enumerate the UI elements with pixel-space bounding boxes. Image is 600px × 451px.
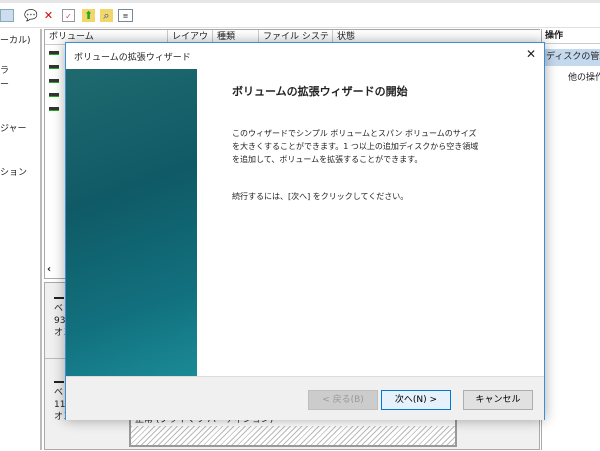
console-tree: ーカル) ラ ー ジャー ション [0,29,42,450]
volume-icon [49,107,59,111]
tree-item[interactable]: ジャー [0,121,27,134]
tree-item[interactable]: ー [0,77,9,90]
import-icon[interactable]: ⬆ [82,9,95,22]
wizard-description: このウィザードでシンプル ボリュームとスパン ボリュームのサイズを大きくすること… [232,129,479,164]
console-icon[interactable] [0,9,14,22]
tree-item[interactable]: ラ [0,63,9,76]
volume-icon [49,79,59,83]
actions-header: 操作 [542,29,600,44]
wizard-heading: ボリュームの拡張ウィザードの開始 [232,85,408,98]
toolbar: 💬 ✕ ✓ ⬆ ⌕ ≡ [0,0,600,28]
scroll-left-icon[interactable]: ‹ [47,264,51,275]
dialog-title: ボリュームの拡張ウィザード [74,53,191,63]
volume-icon [49,51,59,55]
action-disk-management[interactable]: ディスクの管理 [542,49,600,66]
action-more[interactable]: 他の操作 [542,70,600,83]
volume-icon [49,93,59,97]
help-icon[interactable]: 💬 [24,9,38,22]
wizard-banner-image [66,69,197,376]
wizard-instruction: 続行するには、[次へ] をクリックしてください。 [232,192,409,201]
volume-icon [49,65,59,69]
extend-volume-wizard: ボリュームの拡張ウィザード ✕ ボリュームの拡張ウィザードの開始 このウィザード… [65,42,545,420]
cancel-button[interactable]: キャンセル [463,390,533,410]
list-view-icon[interactable]: ≡ [118,9,133,22]
dialog-footer: < 戻る(B) 次へ(N) > キャンセル [66,376,544,420]
actions-pane: 操作 ディスクの管理 他の操作 [541,29,600,450]
close-button[interactable]: ✕ [526,47,536,61]
properties-icon[interactable]: ✓ [62,9,75,22]
back-button[interactable]: < 戻る(B) [308,390,378,410]
tree-item[interactable]: ーカル) [0,33,31,46]
next-button[interactable]: 次へ(N) > [381,390,451,410]
delete-icon[interactable]: ✕ [42,9,55,22]
tree-item[interactable]: ション [0,165,27,178]
search-icon[interactable]: ⌕ [100,9,113,22]
